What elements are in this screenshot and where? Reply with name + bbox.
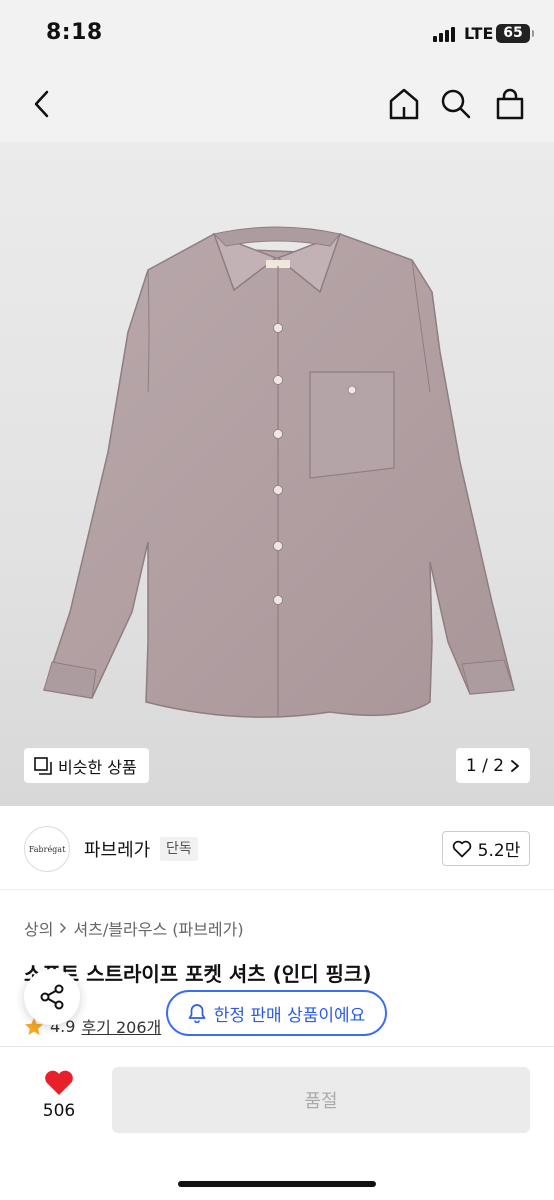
home-indicator	[178, 1181, 376, 1187]
status-bar: 8:18 LTE 65	[0, 0, 554, 70]
share-icon	[40, 984, 64, 1010]
breadcrumb-item-subcategory[interactable]: 셔츠/블라우스 (파브레가)	[73, 916, 243, 940]
bottom-action-bar: 506 품절	[0, 1046, 554, 1200]
limited-sale-notice: 한정 판매 상품이에요	[166, 990, 387, 1036]
brand-row: Fabrégat 파브레가 단독 5.2만	[0, 806, 554, 890]
search-icon	[441, 89, 471, 119]
reviews-link[interactable]: 후기 206개	[81, 1014, 161, 1038]
home-button[interactable]	[384, 84, 424, 124]
brand-name[interactable]: 파브레가	[84, 836, 150, 862]
heart-outline-icon	[452, 840, 471, 857]
network-label: LTE	[464, 24, 494, 43]
back-button[interactable]	[22, 84, 62, 124]
signal-icon	[433, 26, 459, 42]
chevron-left-icon	[34, 90, 49, 118]
heart-filled-icon	[45, 1070, 73, 1095]
product-image-carousel[interactable]: 비슷한 상품 1 / 2	[0, 142, 554, 806]
brand-like-count: 5.2만	[477, 841, 521, 861]
chevron-right-icon	[511, 759, 519, 772]
search-button[interactable]	[436, 84, 476, 124]
wishlist-count: 506	[42, 1101, 76, 1121]
chevron-right-icon	[60, 923, 67, 933]
limited-sale-text: 한정 판매 상품이에요	[213, 1005, 366, 1026]
sold-out-button[interactable]: 품절	[112, 1067, 530, 1133]
product-image	[43, 226, 515, 718]
breadcrumb-item-category[interactable]: 상의	[24, 916, 53, 940]
brand-like-button[interactable]: 5.2만	[442, 831, 530, 866]
wishlist-button[interactable]: 506	[30, 1069, 88, 1121]
image-page-counter[interactable]: 1 / 2	[456, 748, 530, 783]
page-counter-text: 1 / 2	[465, 755, 505, 776]
status-time: 8:18	[46, 20, 103, 45]
cart-button[interactable]	[490, 84, 530, 124]
similar-products-label: 비슷한 상품	[58, 757, 137, 777]
similar-products-icon	[34, 756, 52, 775]
breadcrumb: 상의 셔츠/블라우스 (파브레가)	[24, 916, 244, 940]
bell-icon	[188, 1004, 206, 1023]
similar-products-button[interactable]: 비슷한 상품	[24, 748, 149, 783]
share-button[interactable]	[24, 969, 80, 1025]
shopping-bag-icon	[496, 88, 524, 120]
exclusive-badge: 단독	[160, 837, 198, 861]
nav-bar	[0, 70, 554, 142]
brand-logo[interactable]: Fabrégat	[24, 826, 70, 872]
home-icon	[389, 88, 419, 120]
battery-icon: 65	[496, 24, 534, 43]
